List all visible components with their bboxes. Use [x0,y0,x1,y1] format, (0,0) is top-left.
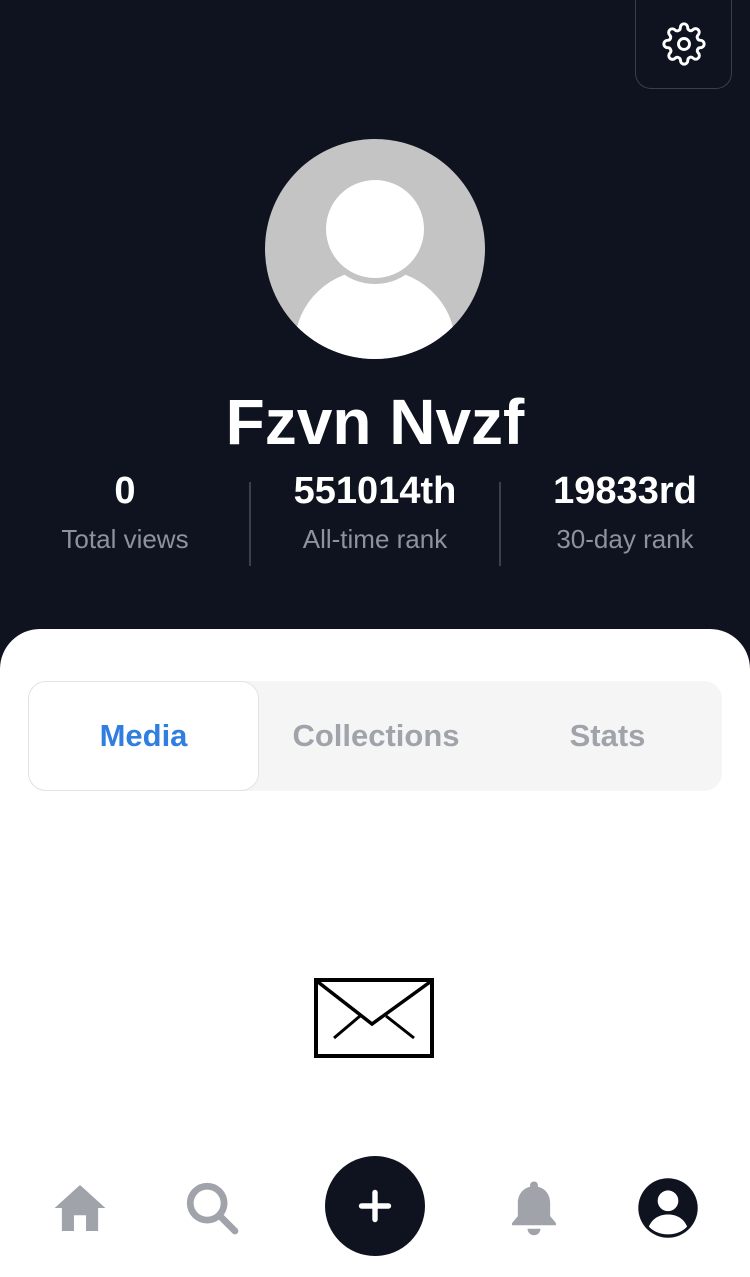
gear-icon [661,22,706,66]
empty-state-text-clipped [0,1122,750,1138]
stats-row: 0 Total views 551014th All-time rank 198… [0,468,750,568]
nav-home[interactable] [30,1138,130,1277]
plus-icon [358,1189,392,1223]
stat-all-time-rank: 551014th All-time rank [250,468,500,556]
avatar[interactable] [265,139,485,359]
profile-icon [638,1177,698,1238]
settings-button[interactable] [635,0,732,89]
stat-label: 30-day rank [556,524,694,554]
nav-notifications[interactable] [484,1138,584,1277]
tab-bar: Media Collections Stats [28,681,722,791]
avatar-head-shape [326,180,424,278]
tab-media[interactable]: Media [28,681,259,791]
stat-30-day-rank: 19833rd 30-day rank [500,468,750,556]
avatar-body-shape [295,269,455,359]
tab-stats[interactable]: Stats [493,681,722,791]
stat-value: 551014th [293,470,457,512]
bell-icon [512,1180,556,1235]
nav-search[interactable] [162,1138,262,1277]
stat-label: Total views [61,524,189,554]
tab-collections[interactable]: Collections [259,681,493,791]
stat-label: All-time rank [302,524,448,554]
stat-value: 0 [114,470,136,512]
home-icon [54,1184,106,1231]
add-button[interactable] [325,1156,425,1256]
stat-total-views: 0 Total views [0,468,250,556]
stat-value: 19833rd [553,470,697,512]
search-icon [186,1182,239,1234]
profile-name: Fzvn Nvzf [225,386,525,458]
envelope-icon [314,978,434,1058]
nav-profile[interactable] [618,1138,718,1277]
